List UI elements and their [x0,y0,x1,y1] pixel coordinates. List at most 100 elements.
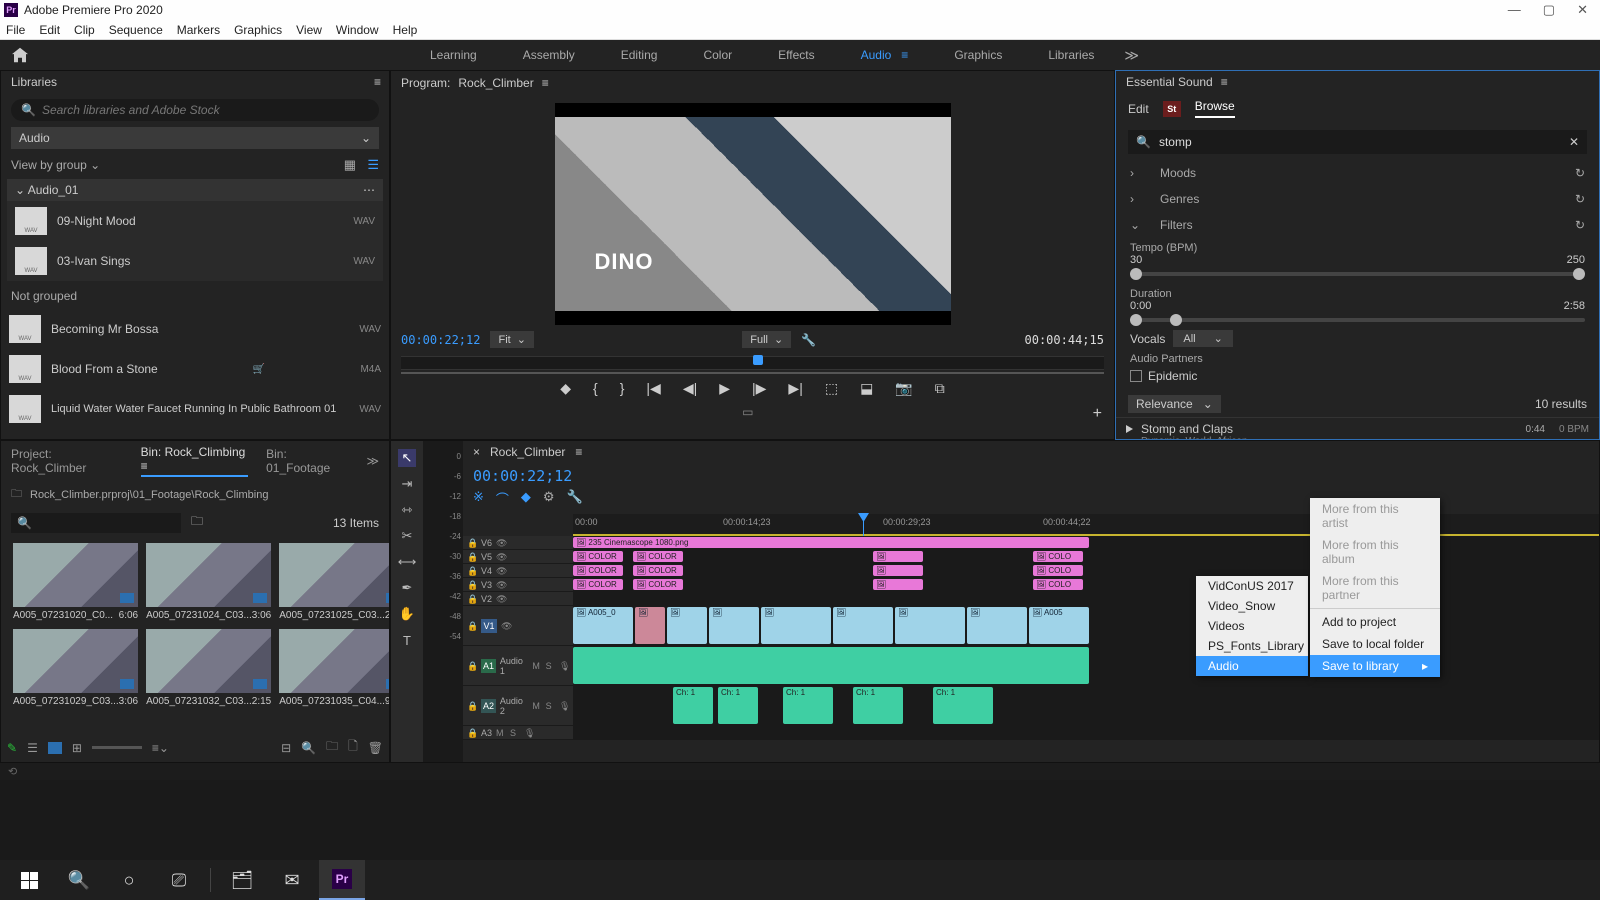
premiere-button[interactable]: Pr [319,860,365,900]
marker-icon[interactable]: ◆ [521,489,531,508]
new-item-icon[interactable]: 🗋 [348,737,358,758]
audio-clip[interactable]: Ch: 1 [718,687,758,724]
track-select-tool[interactable]: ⇥ [398,475,416,493]
menu-markers[interactable]: Markers [177,23,220,37]
hand-tool[interactable]: ✋ [398,605,416,623]
delete-icon[interactable]: 🗑 [368,741,383,755]
home-icon[interactable] [10,46,30,64]
wrench-icon[interactable]: 🔧 [567,489,583,508]
timeline-ruler[interactable]: 00:00 00:00:14;23 00:00:29;23 00:00:44;2… [573,514,1599,536]
sort-select[interactable]: Relevance ⌄ [1128,395,1221,413]
ws-audio-burger-icon[interactable]: ≡ [901,48,908,62]
comparison-button[interactable]: ⧉ [935,380,945,397]
program-menu-icon[interactable]: ≡ [542,76,549,90]
color-clip[interactable]: 🖼 COLOR [573,579,623,590]
project-filter-icon[interactable]: 🗀 [191,512,203,533]
libraries-library-select[interactable]: Audio ⌄ [11,127,379,149]
add-marker-button[interactable]: ◆ [560,380,571,397]
subctx-item[interactable]: Video_Snow [1196,596,1308,616]
playhead[interactable] [863,514,864,536]
slip-tool[interactable]: ⟷ [398,553,416,571]
lift-button[interactable]: ⬚ [825,380,838,397]
video-clip[interactable]: 🖼 [967,607,1027,644]
lib-item[interactable]: Liquid Water Water Faucet Running In Pub… [1,389,389,429]
es-filters-row[interactable]: ⌄Filters↻ [1116,212,1599,238]
bin-tab-active[interactable]: Bin: Rock_Climbing ≡ [141,445,249,477]
mark-in-button[interactable]: { [593,380,598,397]
project-clip[interactable]: A005_07231029_C03...3:06 [13,629,138,707]
menu-file[interactable]: File [6,23,25,37]
video-clip[interactable]: 🖼 [833,607,893,644]
libraries-view-label[interactable]: View by group ⌄ [11,158,100,172]
track-label[interactable]: V6 [481,538,492,548]
list-view-icon[interactable]: ☰ [27,741,38,755]
video-clip[interactable]: 🖼 [895,607,965,644]
v1-lane[interactable]: 🖼 A005_0 🖼 🖼 🖼 🖼 🖼 🖼 🖼 🖼 A005 [573,606,1599,645]
ctx-add-project[interactable]: Add to project [1310,611,1440,633]
color-clip[interactable]: 🖼 COLOR [633,579,683,590]
maximize-button[interactable]: ▢ [1543,2,1555,18]
type-tool[interactable]: T [398,631,416,649]
ws-audio[interactable]: Audio [861,48,892,62]
mail-button[interactable]: ✉ [269,860,315,900]
audio-clip[interactable]: Ch: 1 [933,687,993,724]
audio-clip[interactable]: Ch: 1 [783,687,833,724]
menu-window[interactable]: Window [336,23,379,37]
thumb-size-slider[interactable] [92,746,142,749]
color-clip[interactable]: 🖼 COLOR [633,565,683,576]
ctx-more-artist[interactable]: More from this artist [1310,498,1440,534]
lib-item[interactable]: 09-Night Mood WAV [7,201,383,241]
ctx-more-partner[interactable]: More from this partner [1310,570,1440,606]
snap-icon[interactable]: ※ [473,489,484,508]
subctx-item-selected[interactable]: Audio [1196,656,1308,676]
project-clip[interactable]: A005_07231024_C03...3:06 [146,543,271,621]
audio-clip[interactable] [573,647,1089,684]
ctx-more-album[interactable]: More from this album [1310,534,1440,570]
color-clip[interactable]: 🖼 COLOR [573,565,623,576]
ws-graphics[interactable]: Graphics [954,48,1002,62]
lib-item[interactable]: Becoming Mr Bossa WAV [1,309,389,349]
subctx-item[interactable]: Videos [1196,616,1308,636]
reset-icon[interactable]: ↻ [1575,166,1585,180]
ws-editing[interactable]: Editing [621,48,658,62]
linked-selection-icon[interactable]: ⌒ [496,489,509,508]
track-v1-button[interactable]: V1 [481,619,497,633]
play-icon[interactable] [1126,425,1133,433]
menu-graphics[interactable]: Graphics [234,23,282,37]
project-overflow-icon[interactable]: ≫ [366,454,379,468]
wrench-icon[interactable]: 🔧 [801,333,816,347]
video-clip[interactable]: 🖼 [667,607,707,644]
menu-sequence[interactable]: Sequence [109,23,163,37]
a3-lane[interactable] [573,726,1599,739]
project-clip[interactable]: A005_07231032_C03...2:15 [146,629,271,707]
menu-help[interactable]: Help [393,23,418,37]
program-quality-select[interactable]: Full ⌄ [742,331,791,348]
color-clip[interactable]: 🖼 [873,579,923,590]
video-clip[interactable]: 🖼 A005 [1029,607,1089,644]
v3-lane[interactable]: 🖼 COLOR🖼 COLOR🖼🖼 COLO [573,578,1599,591]
a2-lane[interactable]: Ch: 1 Ch: 1 Ch: 1 Ch: 1 Ch: 1 [573,686,1599,725]
freeform-view-icon[interactable]: ⊞ [72,741,82,755]
selection-tool[interactable]: ↖ [398,449,416,467]
video-clip[interactable]: 🖼 A005_0 [573,607,633,644]
libraries-search[interactable]: 🔍 Search libraries and Adobe Stock [11,99,379,121]
video-clip[interactable]: 🖼 [635,607,665,644]
audio-clip[interactable]: Ch: 1 [673,687,713,724]
ctx-save-local[interactable]: Save to local folder [1310,633,1440,655]
icon-view-icon[interactable] [48,742,62,754]
go-to-in-button[interactable]: |◀ [646,380,660,397]
explorer-button[interactable]: 🗂 [219,860,265,900]
tempo-slider[interactable] [1130,272,1585,276]
video-clip[interactable]: 🖼 [761,607,831,644]
v4-lane[interactable]: 🖼 COLOR🖼 COLOR🖼🖼 COLO [573,564,1599,577]
menu-clip[interactable]: Clip [74,23,95,37]
timeline-menu-icon[interactable]: ≡ [575,445,582,459]
task-view-button[interactable]: ⎚ [156,860,202,900]
ws-libraries[interactable]: Libraries [1048,48,1094,62]
es-search[interactable]: 🔍 ✕ [1128,130,1587,154]
ctx-save-library[interactable]: Save to library▸ [1310,655,1440,677]
ws-effects[interactable]: Effects [778,48,814,62]
color-clip[interactable]: 🖼 [873,565,923,576]
minimize-button[interactable]: — [1508,2,1521,18]
ws-assembly[interactable]: Assembly [523,48,575,62]
